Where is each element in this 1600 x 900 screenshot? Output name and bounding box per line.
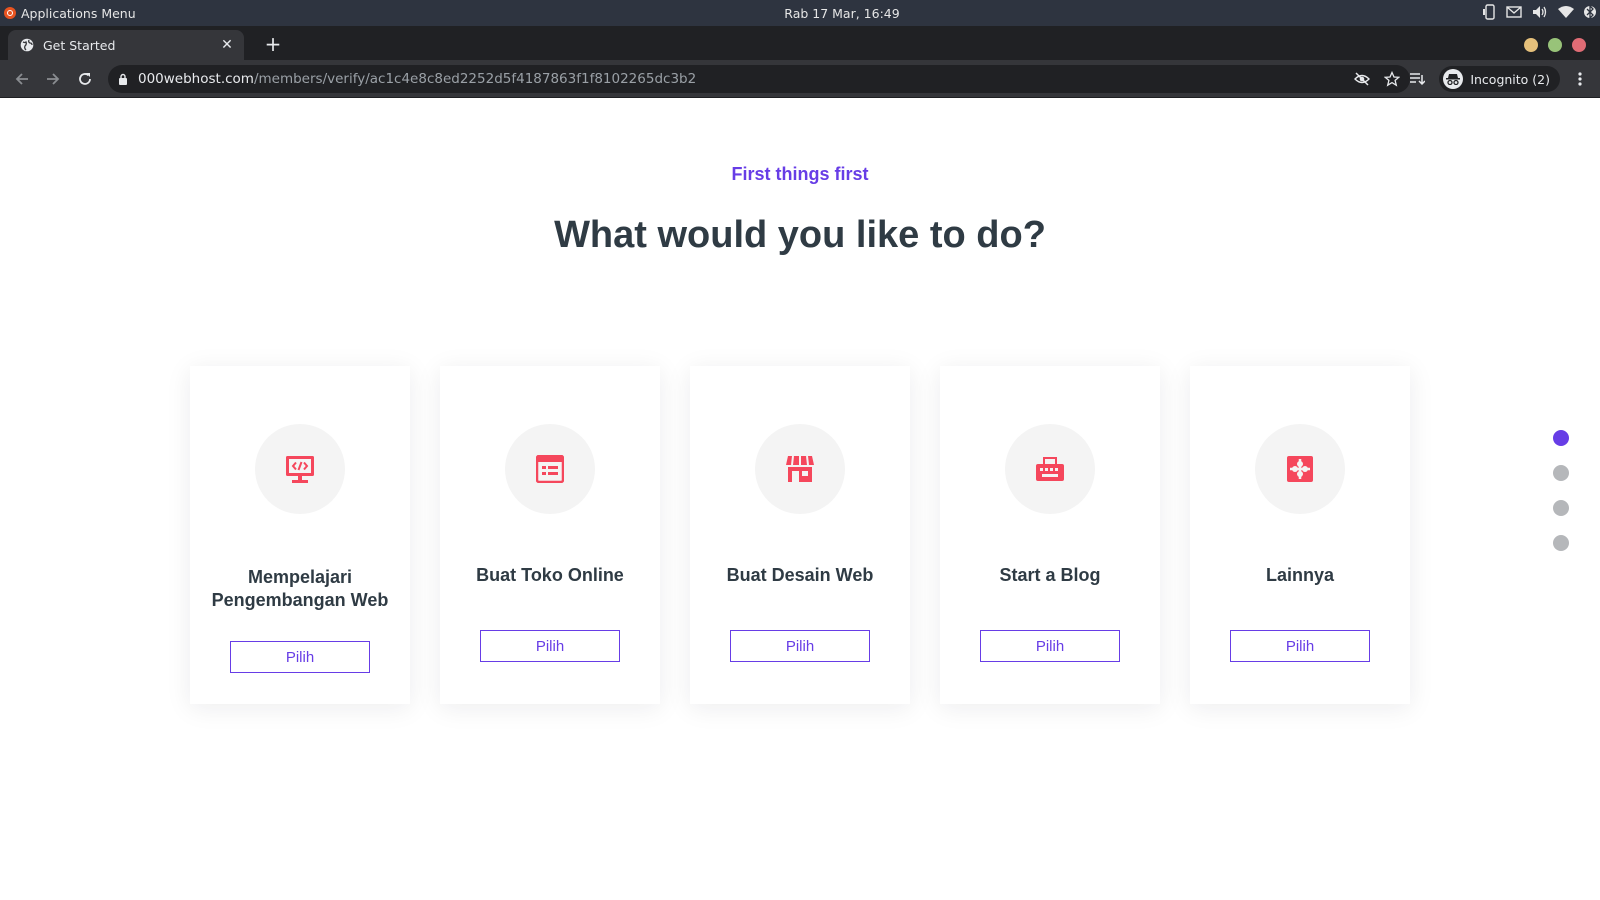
arrow-right-icon [47, 73, 60, 85]
option-cards: Mempelajari Pengembangan Web Pilih Buat … [190, 366, 1410, 704]
tab-get-started[interactable]: Get Started ✕ [8, 30, 244, 60]
mail-icon[interactable] [1506, 5, 1522, 19]
reading-list-icon[interactable] [1409, 72, 1426, 86]
option-card-web-design[interactable]: Buat Desain Web Pilih [690, 366, 910, 704]
card-title: Mempelajari Pengembangan Web [211, 567, 389, 610]
storefront-icon [786, 455, 814, 482]
back-button[interactable] [12, 69, 32, 89]
close-window-button[interactable] [1572, 38, 1586, 52]
toolbar-right: Incognito (2) [1409, 64, 1600, 94]
card-icon-circle [755, 424, 845, 514]
incognito-icon [1443, 69, 1464, 89]
bluetooth-icon[interactable] [1584, 4, 1596, 20]
select-button[interactable]: Pilih [980, 630, 1120, 662]
arrow-left-icon [15, 73, 28, 85]
pager-dot-2[interactable] [1553, 465, 1569, 481]
select-button[interactable]: Pilih [480, 630, 620, 662]
incognito-profile-button[interactable]: Incognito (2) [1439, 66, 1560, 92]
eye-off-icon[interactable] [1354, 71, 1370, 87]
reload-button[interactable] [75, 69, 95, 89]
page-content: First things first What would you like t… [0, 98, 1600, 900]
system-tray [1482, 4, 1596, 20]
wifi-icon[interactable] [1558, 5, 1574, 19]
option-card-learn-web-dev[interactable]: Mempelajari Pengembangan Web Pilih [190, 366, 410, 704]
option-card-online-store[interactable]: Buat Toko Online Pilih [440, 366, 660, 704]
star-icon[interactable] [1384, 71, 1400, 87]
step-pagination [1553, 430, 1569, 551]
os-top-bar: Applications Menu Rab 17 Mar, 16:49 [0, 0, 1600, 26]
eyebrow-text: First things first [731, 164, 869, 184]
code-monitor-icon [286, 456, 314, 483]
phone-icon[interactable] [1482, 4, 1496, 20]
new-tab-button[interactable]: + [262, 32, 284, 56]
card-title: Buat Toko Online [476, 565, 624, 585]
select-button[interactable]: Pilih [230, 641, 370, 673]
pager-dot-3[interactable] [1553, 500, 1569, 516]
system-clock[interactable]: Rab 17 Mar, 16:49 [0, 6, 1600, 21]
puzzle-icon [1287, 456, 1313, 482]
card-title: Lainnya [1265, 565, 1335, 585]
url-path: /members/verify/ac1c4e8c8ed2252d5f418786… [253, 71, 697, 87]
tab-strip: Get Started ✕ + [0, 26, 1600, 60]
tab-title: Get Started [43, 37, 116, 53]
minimize-button[interactable] [1524, 38, 1538, 52]
incognito-label: Incognito (2) [1470, 71, 1550, 87]
window-controls [1524, 38, 1586, 52]
pager-dot-4[interactable] [1553, 535, 1569, 551]
tab-close-icon[interactable]: ✕ [218, 36, 236, 54]
volume-icon[interactable] [1532, 5, 1548, 19]
card-icon-circle [255, 424, 345, 514]
page-title: What would you like to do? [554, 214, 1046, 256]
globe-icon [20, 38, 34, 52]
web-page-icon [536, 455, 564, 483]
card-title: Buat Desain Web [726, 565, 874, 585]
forward-button[interactable] [43, 69, 63, 89]
option-card-other[interactable]: Lainnya Pilih [1190, 366, 1410, 704]
address-bar-actions [1354, 71, 1400, 87]
pager-dot-1[interactable] [1553, 430, 1569, 446]
card-icon-circle [1255, 424, 1345, 514]
url-host: 000webhost.com [138, 71, 254, 87]
reload-icon [79, 73, 91, 85]
card-icon-circle [505, 424, 595, 514]
address-bar[interactable]: 000webhost.com/members/verify/ac1c4e8c8e… [108, 65, 1410, 93]
lock-icon[interactable] [118, 73, 128, 85]
browser-menu-button[interactable] [1560, 72, 1600, 86]
select-button[interactable]: Pilih [1230, 630, 1370, 662]
typewriter-icon [1036, 457, 1064, 481]
option-card-start-blog[interactable]: Start a Blog Pilih [940, 366, 1160, 704]
card-icon-circle [1005, 424, 1095, 514]
browser-toolbar: 000webhost.com/members/verify/ac1c4e8c8e… [0, 60, 1600, 98]
select-button[interactable]: Pilih [730, 630, 870, 662]
card-title: Start a Blog [999, 565, 1101, 585]
maximize-button[interactable] [1548, 38, 1562, 52]
more-vertical-icon [1578, 72, 1582, 86]
